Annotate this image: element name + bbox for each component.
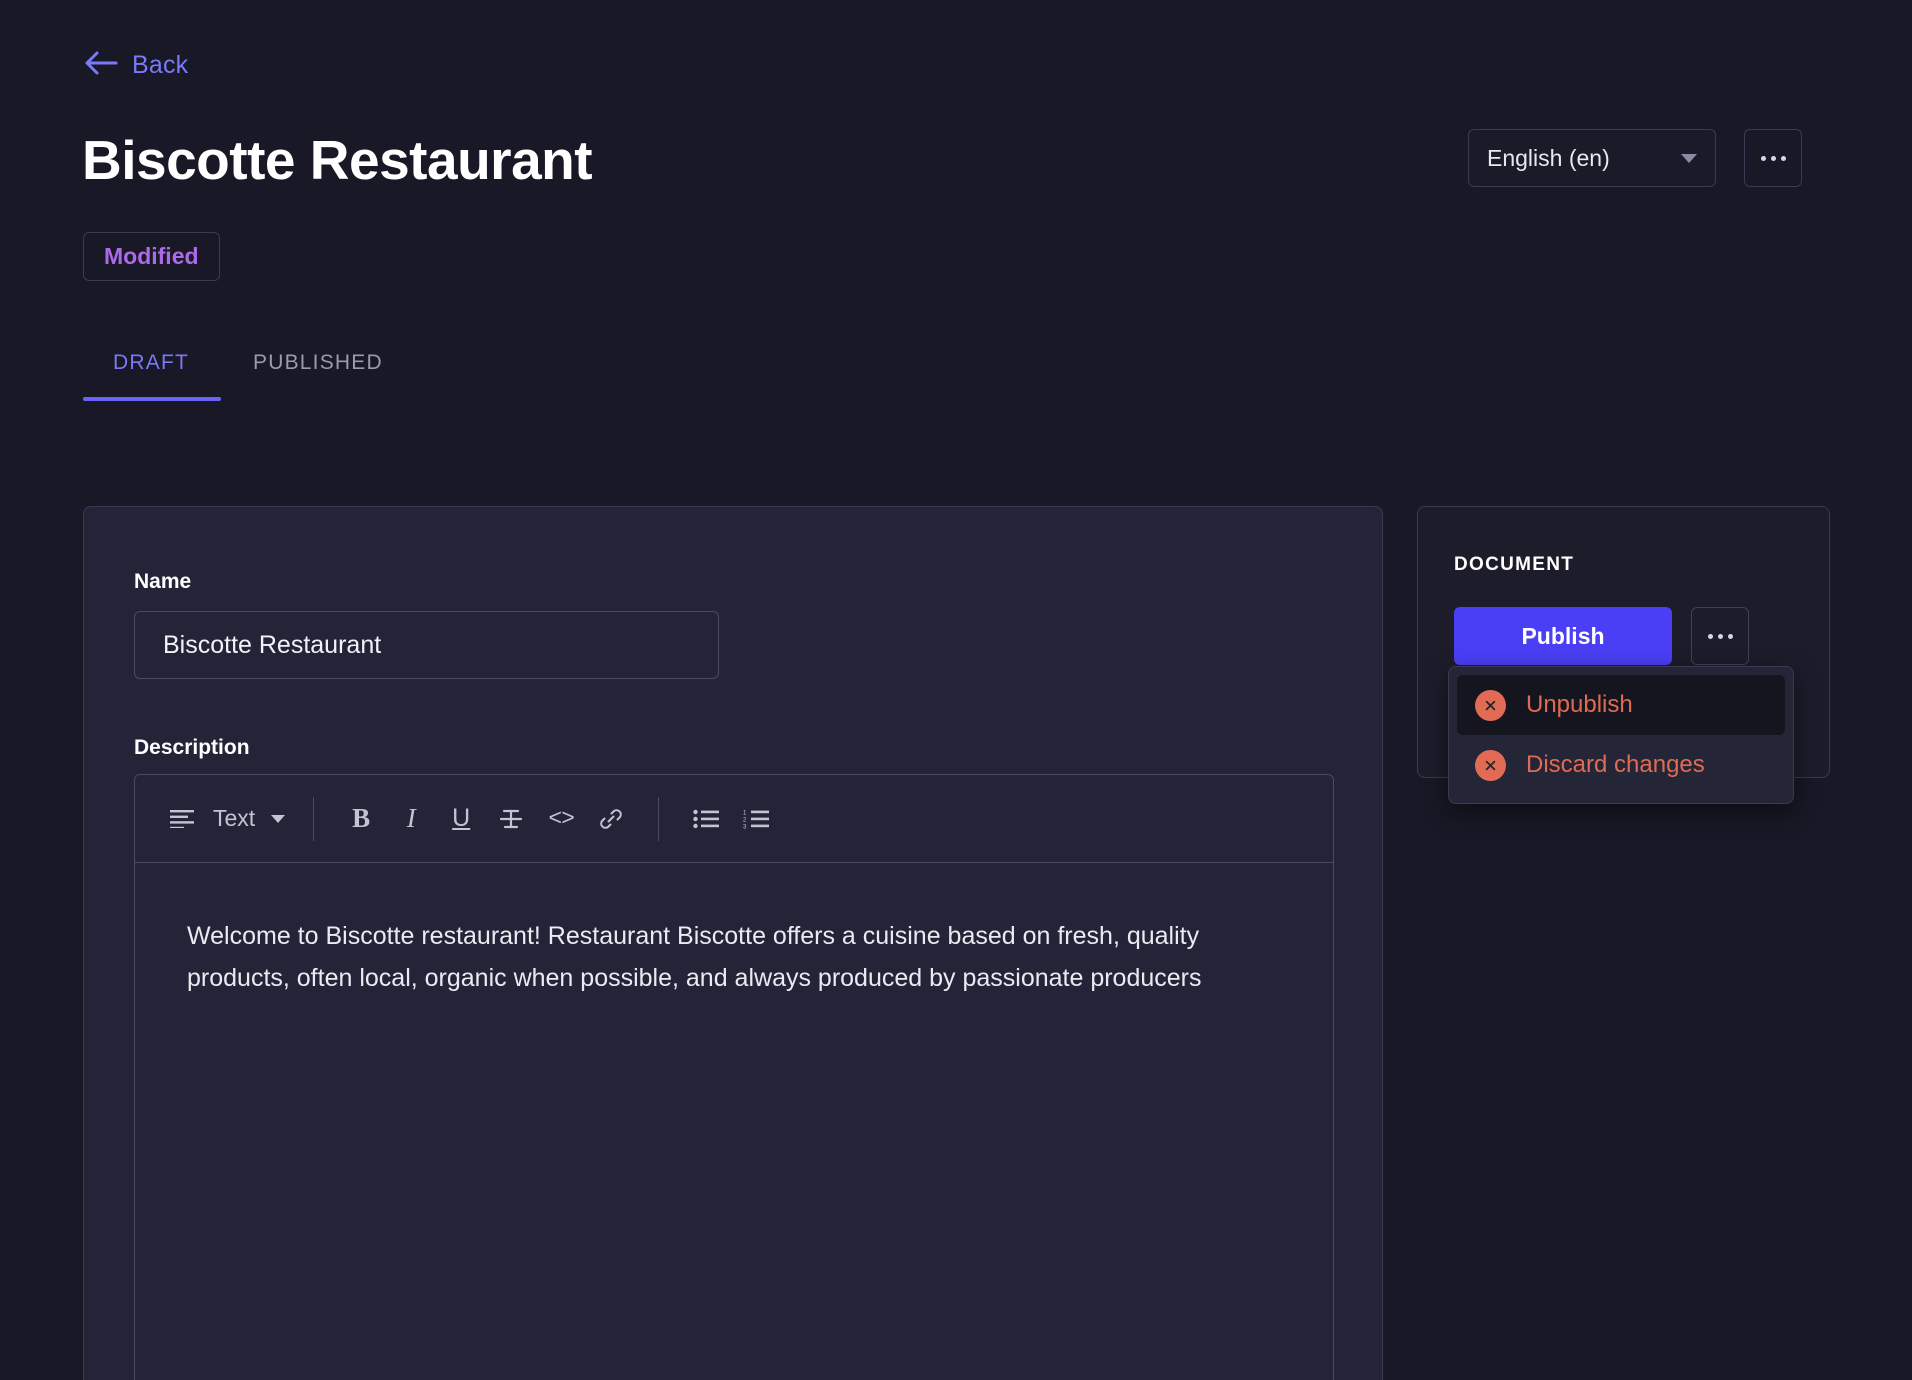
numbered-list-icon[interactable]: 1 2 3	[731, 794, 781, 844]
tab-draft[interactable]: DRAFT	[83, 352, 221, 401]
editor-paragraph: Welcome to Biscotte restaurant! Restaura…	[187, 915, 1281, 999]
toolbar-divider	[313, 797, 314, 841]
publish-button[interactable]: Publish	[1454, 607, 1672, 665]
name-input-value: Biscotte Restaurant	[163, 633, 381, 658]
svg-text:3: 3	[743, 824, 747, 829]
rich-text-editor: Text B I U <>	[134, 774, 1334, 1380]
svg-text:1: 1	[743, 810, 747, 816]
underline-icon[interactable]: U	[436, 794, 486, 844]
tab-published-label: PUBLISHED	[253, 351, 383, 374]
text-style-value: Text	[213, 807, 255, 830]
text-style-select[interactable]: Text	[207, 794, 291, 844]
name-input[interactable]: Biscotte Restaurant	[134, 611, 719, 679]
chevron-down-icon	[271, 815, 285, 823]
header-more-button[interactable]	[1744, 129, 1802, 187]
arrow-left-icon	[84, 50, 118, 81]
description-field-label: Description	[134, 737, 250, 758]
name-field-label: Name	[134, 571, 191, 592]
document-more-button[interactable]	[1691, 607, 1749, 665]
bold-icon[interactable]: B	[336, 794, 386, 844]
language-select[interactable]: English (en)	[1468, 129, 1716, 187]
toolbar-divider	[658, 797, 659, 841]
ellipsis-icon	[1708, 634, 1733, 639]
document-actions-menu: Unpublish Discard changes	[1448, 666, 1794, 804]
editor-panel: Name Biscotte Restaurant Description Tex…	[83, 506, 1383, 1380]
menu-item-unpublish[interactable]: Unpublish	[1457, 675, 1785, 735]
status-badge: Modified	[83, 232, 220, 281]
document-panel-title: DOCUMENT	[1454, 555, 1574, 574]
paragraph-lines-icon[interactable]	[157, 794, 207, 844]
tab-draft-label: DRAFT	[113, 351, 189, 374]
back-label: Back	[132, 53, 188, 78]
chevron-down-icon	[1681, 154, 1697, 163]
editor-content-area[interactable]: Welcome to Biscotte restaurant! Restaura…	[135, 863, 1333, 1380]
cross-circle-icon	[1475, 690, 1506, 721]
page-root: Back Biscotte Restaurant Modified Englis…	[0, 0, 1912, 1380]
back-button[interactable]: Back	[84, 50, 188, 81]
ellipsis-icon	[1761, 156, 1786, 161]
status-badge-label: Modified	[104, 245, 199, 268]
code-icon[interactable]: <>	[536, 794, 586, 844]
editor-toolbar: Text B I U <>	[135, 775, 1333, 863]
menu-item-unpublish-label: Unpublish	[1526, 693, 1633, 717]
svg-text:2: 2	[743, 817, 747, 823]
cross-circle-icon	[1475, 750, 1506, 781]
menu-item-discard-changes-label: Discard changes	[1526, 753, 1705, 777]
page-title: Biscotte Restaurant	[82, 133, 592, 188]
menu-item-discard-changes[interactable]: Discard changes	[1457, 735, 1785, 795]
language-select-value: English (en)	[1487, 147, 1673, 170]
link-icon[interactable]	[586, 794, 636, 844]
italic-icon[interactable]: I	[386, 794, 436, 844]
tab-published[interactable]: PUBLISHED	[221, 352, 415, 401]
strikethrough-icon[interactable]	[486, 794, 536, 844]
tab-bar: DRAFT PUBLISHED	[83, 352, 415, 401]
bulleted-list-icon[interactable]	[681, 794, 731, 844]
